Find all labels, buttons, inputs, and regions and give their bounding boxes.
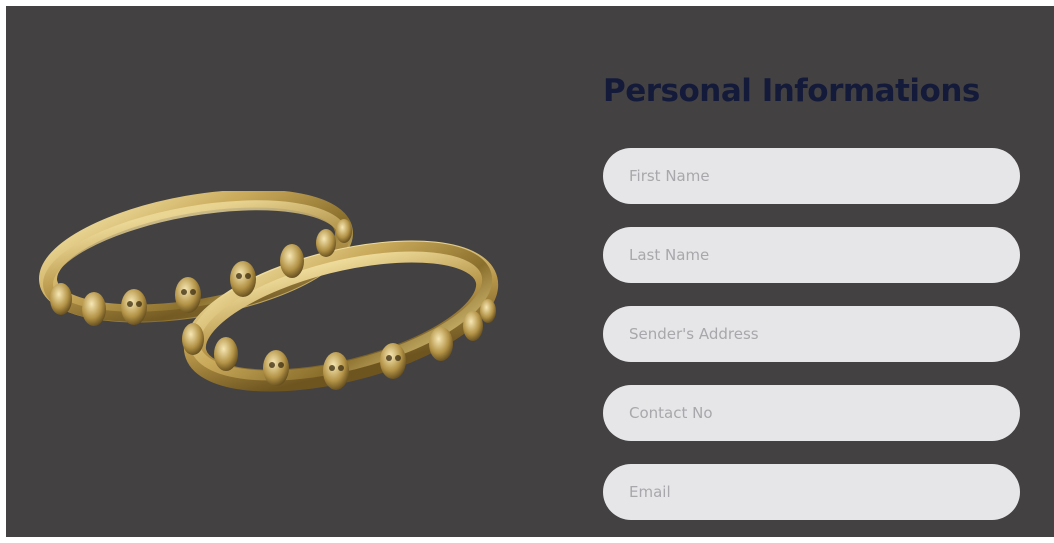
form-fields [603, 148, 1020, 520]
skull-rings-image [39, 191, 499, 392]
contact-no-input[interactable] [603, 385, 1020, 441]
personal-info-form: Personal Informations [603, 66, 1020, 543]
first-name-input[interactable] [603, 148, 1020, 204]
last-name-input[interactable] [603, 227, 1020, 283]
form-title: Personal Informations [603, 73, 980, 109]
page-panel: Personal Informations [6, 6, 1054, 537]
email-input[interactable] [603, 464, 1020, 520]
sender-address-input[interactable] [603, 306, 1020, 362]
